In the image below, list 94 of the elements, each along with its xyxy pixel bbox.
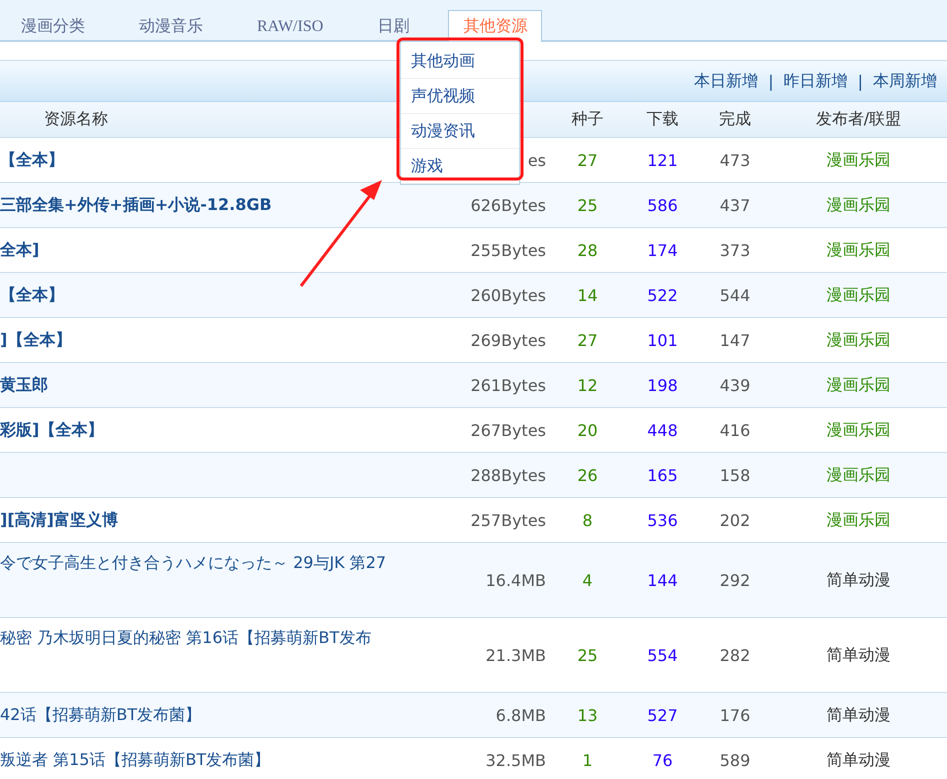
separator: | — [768, 72, 774, 90]
table-cell-text: 25 — [576, 644, 599, 666]
nav-tab[interactable]: 日剧 — [362, 10, 424, 42]
table-cell-text: 144 — [646, 570, 679, 592]
table-cell-text: 101 — [646, 330, 679, 352]
resource-title-link[interactable]: 【全本】 — [0, 150, 64, 170]
table-cell: 6.8MB — [496, 706, 546, 724]
table-cell-text: 76 — [651, 750, 674, 772]
table-cell-text: 437 — [718, 194, 752, 216]
nav-tab[interactable]: 动漫音乐 — [124, 10, 218, 42]
table-cell-text: 589 — [718, 750, 752, 772]
table-cell-text: 292 — [718, 570, 752, 592]
table-cell-text: 522 — [646, 284, 679, 306]
table-cell: 32.5MB — [486, 750, 546, 770]
resource-title-link[interactable]: 42话【招募萌新BT发布菌】 — [0, 704, 202, 726]
table-cell-text: 554 — [646, 644, 679, 666]
table-cell-text: 586 — [646, 194, 679, 216]
separator: | — [858, 72, 863, 90]
nav-tab[interactable]: 漫画分类 — [6, 10, 100, 42]
table-cell-text: 544 — [718, 284, 752, 306]
table-cell-text: 1 — [581, 750, 594, 772]
column-header: 种子 — [570, 108, 604, 130]
table-cell-text: 473 — [718, 150, 752, 172]
nav-tab[interactable]: RAW/ISO — [242, 10, 338, 42]
table-cell-text: 174 — [646, 240, 679, 262]
quick-link[interactable]: 本周新增 — [873, 70, 937, 92]
table-cell: 260Bytes — [470, 286, 546, 304]
column-header: 下载 — [646, 108, 680, 130]
quick-link[interactable]: 昨日新增 — [784, 70, 848, 92]
publisher-link[interactable]: 漫画乐园 — [770, 228, 947, 272]
table-cell-text: 25 — [576, 194, 599, 216]
resource-title-link[interactable]: 【全本】 — [0, 284, 64, 306]
publisher-link[interactable]: 漫画乐园 — [770, 273, 947, 317]
resource-title-link[interactable]: 黄玉郎 — [0, 374, 48, 396]
table-cell-text: 14 — [576, 284, 599, 306]
table-cell: 267Bytes — [470, 420, 546, 440]
column-header: 资源名称 — [44, 108, 108, 130]
resource-title-link[interactable]: 令で女子高生と付き合うハメになった～ 29与JK 第27 — [0, 543, 386, 574]
publisher-link[interactable]: 漫画乐园 — [770, 318, 947, 362]
table-cell-text: 20 — [576, 420, 599, 442]
menu-item[interactable]: 声优视频 — [401, 79, 519, 114]
table-cell: 255Bytes — [470, 240, 546, 260]
column-header: 发布者/联盟 — [814, 108, 902, 130]
table-cell: 288Bytes — [470, 466, 546, 484]
table-cell-text: 373 — [718, 240, 752, 262]
table-cell: 16.4MB — [486, 570, 546, 590]
table-cell-text: 439 — [718, 374, 752, 396]
table-cell-text: 198 — [646, 374, 679, 396]
table-cell-text: 158 — [718, 464, 752, 486]
table-cell-text: 448 — [646, 420, 679, 442]
table-cell-text: 202 — [718, 510, 752, 532]
publisher-link[interactable]: 漫画乐园 — [770, 453, 947, 497]
table-cell-text: 27 — [576, 330, 599, 352]
table-cell-text: 176 — [718, 704, 752, 726]
table-cell-text: 121 — [646, 150, 679, 172]
publisher-link[interactable]: 简单动漫 — [770, 618, 947, 692]
publisher-link[interactable]: 简单动漫 — [770, 543, 947, 617]
table-cell-text: 8 — [581, 510, 594, 532]
table-cell-text: 12 — [576, 374, 599, 396]
publisher-link[interactable]: 漫画乐园 — [770, 408, 947, 452]
table-cell: 261Bytes — [470, 376, 546, 394]
table-cell-text: 26 — [576, 464, 599, 486]
menu-item[interactable]: 游戏 — [401, 149, 519, 184]
menu-item[interactable]: 其他动画 — [401, 44, 519, 79]
quick-link[interactable]: 本日新增 — [694, 70, 758, 92]
table-cell-text: 282 — [718, 644, 752, 666]
resource-title-link[interactable]: 叛逆者 第15话【招募萌新BT发布菌】 — [0, 750, 270, 770]
resource-title-link[interactable]: ][高清]富坚义博 — [0, 510, 118, 530]
table-cell: 257Bytes — [470, 510, 546, 530]
table-cell-text: 536 — [646, 510, 679, 532]
table-cell-text: 13 — [576, 704, 599, 726]
table-cell-text: 28 — [576, 240, 599, 262]
table-cell-text: 416 — [718, 420, 752, 442]
table-cell-text: 147 — [718, 330, 752, 352]
resource-title-link[interactable]: 秘密 乃木坂明日夏的秘密 第16话【招募萌新BT发布 — [0, 618, 372, 649]
publisher-link[interactable]: 漫画乐园 — [770, 363, 947, 407]
menu-item[interactable]: 动漫资讯 — [401, 114, 519, 149]
resource-title-link[interactable]: 三部全集+外传+插画+小说-12.8GB — [0, 194, 272, 216]
table-cell-text: 165 — [646, 464, 679, 486]
publisher-link[interactable]: 漫画乐园 — [770, 498, 947, 542]
table-cell: es — [528, 150, 546, 170]
table-cell: 21.3MB — [486, 646, 546, 664]
table-cell: 626Bytes — [470, 196, 546, 214]
table-cell-text: 4 — [581, 570, 594, 592]
column-header: 完成 — [718, 108, 752, 130]
table-cell-text: 527 — [646, 704, 679, 726]
publisher-link[interactable]: 简单动漫 — [770, 693, 947, 737]
publisher-link[interactable]: 漫画乐园 — [770, 183, 947, 227]
table-cell: 269Bytes — [470, 330, 546, 350]
table-cell-text: 27 — [576, 150, 599, 172]
publisher-link[interactable]: 漫画乐园 — [770, 138, 947, 182]
resource-title-link[interactable]: 全本] — [0, 240, 40, 260]
resource-title-link[interactable]: ]【全本】 — [0, 330, 72, 350]
publisher-link[interactable]: 简单动漫 — [770, 738, 947, 779]
